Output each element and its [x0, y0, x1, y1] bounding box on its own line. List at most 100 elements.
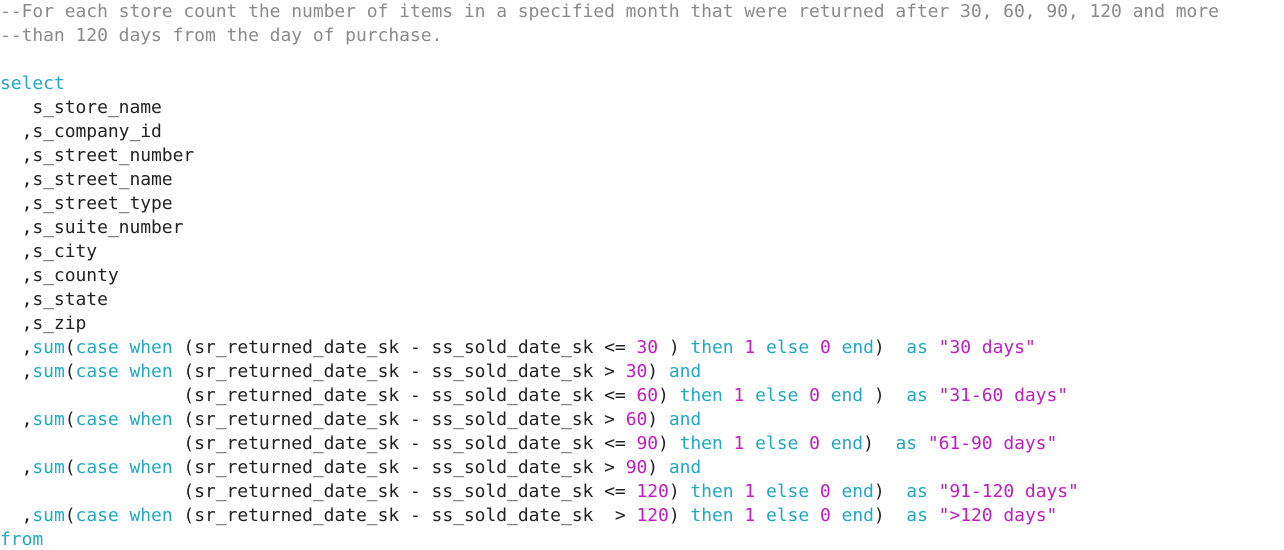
code-token-plain: ) [873, 505, 907, 526]
code-line[interactable]: select [0, 72, 65, 96]
code-token-keyword: then [679, 385, 723, 406]
code-token-keyword: sum [32, 457, 65, 478]
code-token-keyword: else [755, 385, 799, 406]
code-line[interactable]: ,s_street_name [0, 168, 173, 192]
code-line[interactable]: ,sum(case when (sr_returned_date_sk - ss… [0, 456, 702, 480]
code-token-plain: ) [668, 505, 691, 526]
code-line[interactable]: ,s_street_number [0, 144, 195, 168]
code-token-string: "30 days" [938, 337, 1036, 358]
code-line[interactable]: ,s_suite_number [0, 216, 184, 240]
code-token-number: 0 [809, 433, 820, 454]
code-token-plain: ) [873, 337, 907, 358]
code-line[interactable]: ,sum(case when (sr_returned_date_sk - ss… [0, 336, 1036, 360]
code-token-plain: (sr_returned_date_sk - ss_sold_date_sk > [172, 457, 626, 478]
code-token-number: 1 [733, 385, 745, 406]
code-token-keyword: then [690, 505, 734, 526]
code-token-keyword: select [0, 73, 65, 94]
code-token-number: 0 [819, 481, 831, 502]
code-token-keyword: end [841, 505, 874, 526]
code-line[interactable]: ,sum(case when (sr_returned_date_sk - ss… [0, 408, 702, 432]
code-token-number: 90 [636, 433, 659, 454]
code-token-keyword: end [830, 385, 864, 406]
code-token-plain: ,s_street_number [0, 145, 195, 166]
code-token-keyword: as [906, 385, 928, 406]
code-token-plain: ,s_company_id [0, 121, 162, 142]
code-token-number: 0 [819, 505, 831, 526]
code-token-number: 120 [636, 481, 669, 502]
code-token-keyword: else [765, 337, 810, 358]
code-line[interactable]: ,sum(case when (sr_returned_date_sk - ss… [0, 504, 1058, 528]
sql-code-editor[interactable]: --For each store count the number of ite… [0, 0, 1284, 550]
code-token-number: 1 [733, 433, 745, 454]
code-line[interactable]: ,s_street_type [0, 192, 173, 216]
code-line[interactable]: --For each store count the number of ite… [0, 0, 1219, 24]
code-token-plain: ) [863, 433, 896, 454]
code-line[interactable]: ,sum(case when (sr_returned_date_sk - ss… [0, 360, 702, 384]
code-token-plain: ) [658, 433, 680, 454]
code-token-keyword: else [755, 433, 799, 454]
code-token-string: "91-120 days" [938, 481, 1079, 502]
code-token-plain: ( [64, 337, 76, 358]
code-token-keyword: then [690, 337, 734, 358]
code-token-string: ">120 days" [938, 505, 1058, 526]
code-line[interactable]: ,s_zip [0, 312, 87, 336]
code-token-number: 60 [625, 409, 648, 430]
code-line[interactable]: from [0, 528, 43, 550]
code-token-plain: ,s_county [0, 265, 119, 286]
code-token-plain: , [0, 409, 33, 430]
code-token-keyword: as [906, 505, 928, 526]
code-token-string: "31-60 days" [938, 385, 1069, 406]
code-token-number: 0 [819, 337, 831, 358]
code-token-number: 1 [744, 481, 756, 502]
code-token-plain: ,s_street_type [0, 193, 173, 214]
code-token-plain: (sr_returned_date_sk - ss_sold_date_sk <… [0, 481, 637, 502]
code-token-keyword: and [668, 361, 702, 382]
code-token-keyword: sum [32, 409, 65, 430]
code-line[interactable]: ,s_county [0, 264, 119, 288]
code-token-number: 30 [636, 337, 659, 358]
code-line[interactable]: (sr_returned_date_sk - ss_sold_date_sk <… [0, 480, 1079, 504]
code-token-keyword: then [690, 481, 734, 502]
code-token-plain: ( [64, 505, 76, 526]
code-line[interactable]: (sr_returned_date_sk - ss_sold_date_sk <… [0, 432, 1057, 456]
code-token-comment: --than 120 days from the day of purchase… [0, 25, 443, 46]
code-token-keyword: end [841, 481, 874, 502]
code-token-plain: , [0, 361, 33, 382]
code-token-keyword: case when [75, 409, 173, 430]
code-line[interactable]: --than 120 days from the day of purchase… [0, 24, 442, 48]
code-token-comment: --For each store count the number of ite… [0, 1, 1219, 22]
code-token-keyword: from [0, 529, 44, 550]
code-token-plain: (sr_returned_date_sk - ss_sold_date_sk <… [0, 433, 637, 454]
code-token-plain: s_store_name [0, 97, 162, 118]
code-token-keyword: then [679, 433, 723, 454]
code-token-plain: (sr_returned_date_sk - ss_sold_date_sk > [172, 409, 626, 430]
code-line[interactable]: ,s_state [0, 288, 108, 312]
code-token-keyword: as [906, 337, 928, 358]
code-token-plain: (sr_returned_date_sk - ss_sold_date_sk <… [0, 385, 637, 406]
code-token-keyword: sum [32, 505, 65, 526]
code-token-number: 1 [744, 505, 756, 526]
code-token-keyword: else [765, 505, 810, 526]
code-line[interactable]: s_store_name [0, 96, 162, 120]
code-token-keyword: end [841, 337, 874, 358]
code-token-plain: ,s_zip [0, 313, 87, 334]
code-token-plain: ) [647, 409, 669, 430]
code-line[interactable]: (sr_returned_date_sk - ss_sold_date_sk <… [0, 384, 1068, 408]
code-token-plain: ,s_state [0, 289, 108, 310]
code-line[interactable]: ,s_city [0, 240, 98, 264]
code-token-plain: ) [647, 457, 669, 478]
code-token-number: 60 [636, 385, 659, 406]
code-line[interactable]: ,s_company_id [0, 120, 162, 144]
